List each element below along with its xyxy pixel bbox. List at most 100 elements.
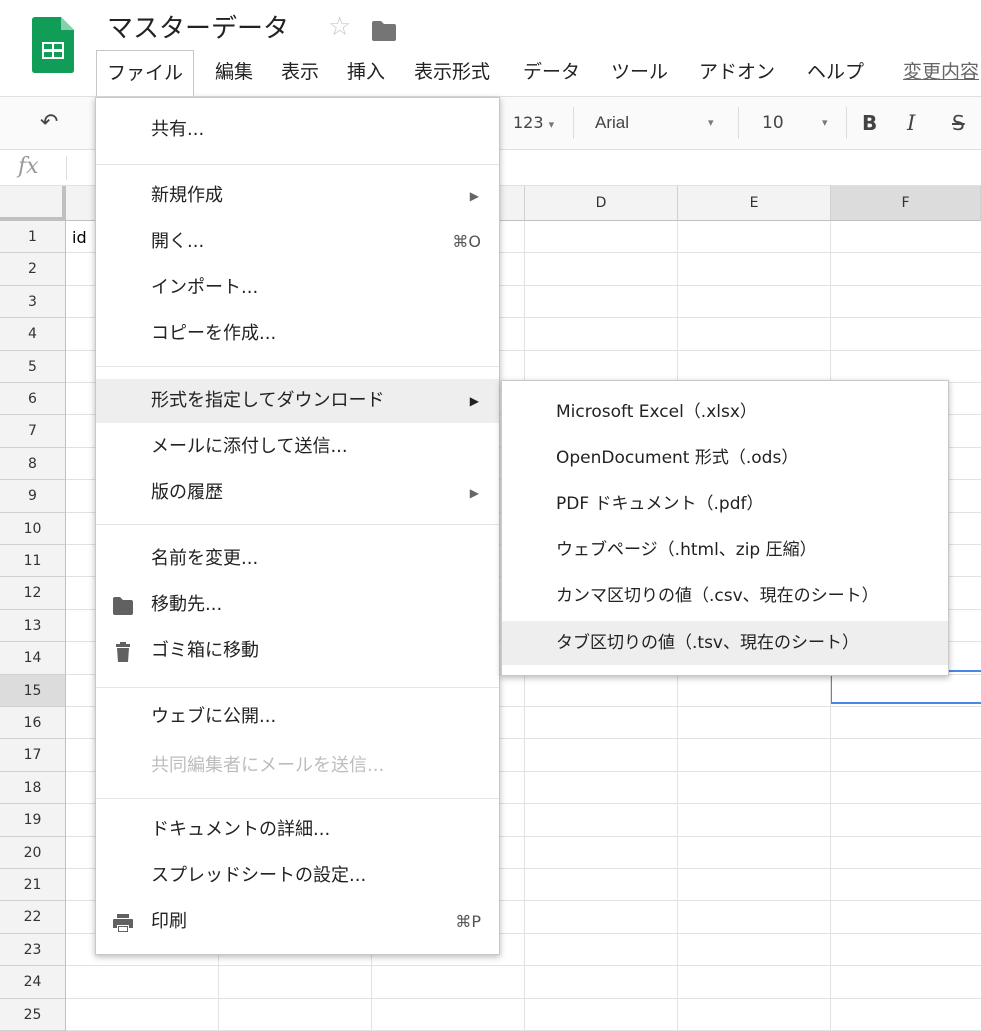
menu-addons[interactable]: アドオン — [699, 52, 775, 92]
column-header-e[interactable]: E — [678, 186, 831, 221]
menu-version-history[interactable]: 版の履歴 ▶ — [96, 471, 499, 515]
row-header[interactable]: 22 — [0, 901, 66, 934]
row-header[interactable]: 9 — [0, 480, 66, 513]
row-header[interactable]: 13 — [0, 609, 66, 643]
chevron-down-icon[interactable]: ▾ — [708, 97, 714, 149]
number-format-label: 123 — [513, 113, 544, 132]
menu-move-to[interactable]: 移動先... — [96, 583, 499, 627]
row-header[interactable]: 25 — [0, 998, 66, 1031]
row-header[interactable]: 10 — [0, 512, 66, 545]
menu-help[interactable]: ヘルプ — [807, 52, 864, 92]
menu-item-label: 新規作成 — [151, 185, 223, 206]
row-header[interactable]: 8 — [0, 447, 66, 481]
cell-a1[interactable]: id — [72, 228, 87, 247]
chevron-down-icon[interactable]: ▾ — [822, 97, 828, 149]
menu-item-label: メールに添付して送信... — [151, 436, 348, 457]
menu-data[interactable]: データ — [523, 52, 580, 92]
fx-icon: fx — [18, 154, 39, 179]
font-family-select[interactable]: Arial — [595, 97, 629, 149]
menu-new[interactable]: 新規作成 ▶ — [96, 174, 499, 218]
row-header[interactable]: 20 — [0, 836, 66, 869]
shortcut-label: ⌘O — [452, 232, 481, 251]
column-header-d[interactable]: D — [525, 186, 678, 221]
download-ods[interactable]: OpenDocument 形式（.ods） — [502, 436, 948, 480]
submenu-item-label: PDF ドキュメント（.pdf） — [556, 494, 764, 514]
menu-print[interactable]: 印刷 ⌘P — [96, 900, 499, 944]
download-pdf[interactable]: PDF ドキュメント（.pdf） — [502, 482, 948, 526]
menu-download-as[interactable]: 形式を指定してダウンロード ▶ — [96, 379, 499, 423]
menu-item-label: ゴミ箱に移動 — [151, 640, 259, 661]
sheets-logo-icon[interactable] — [32, 17, 74, 73]
menu-share[interactable]: 共有... — [96, 108, 499, 152]
menu-publish-to-web[interactable]: ウェブに公開... — [96, 695, 499, 739]
download-csv[interactable]: カンマ区切りの値（.csv、現在のシート） — [502, 574, 948, 618]
download-html-zip[interactable]: ウェブページ（.html、zip 圧縮） — [502, 528, 948, 572]
menu-item-label: 共同編集者にメールを送信... — [151, 755, 385, 776]
row-header[interactable]: 6 — [0, 383, 66, 416]
number-format-button[interactable]: 123 ▾ — [513, 97, 554, 149]
row-header[interactable]: 5 — [0, 350, 66, 383]
row-header[interactable]: 15 — [0, 674, 66, 707]
row-header[interactable]: 19 — [0, 804, 66, 837]
row-header[interactable]: 4 — [0, 318, 66, 351]
row-header[interactable]: 1 — [0, 221, 66, 254]
menu-divider — [96, 687, 499, 688]
menu-insert[interactable]: 挿入 — [347, 52, 385, 92]
menu-divider — [96, 524, 499, 525]
menu-rename[interactable]: 名前を変更... — [96, 537, 499, 581]
select-all-corner[interactable] — [0, 186, 66, 221]
column-header-f[interactable]: F — [831, 186, 981, 221]
row-header[interactable]: 16 — [0, 707, 66, 740]
menu-item-label: ドキュメントの詳細... — [151, 819, 331, 840]
menu-item-label: 形式を指定してダウンロード — [151, 390, 385, 411]
folder-icon[interactable] — [371, 20, 397, 42]
row-header[interactable]: 7 — [0, 415, 66, 448]
menu-tools[interactable]: ツール — [611, 52, 668, 92]
undo-icon[interactable]: ↶ — [40, 97, 58, 149]
bold-button[interactable]: B — [862, 97, 877, 149]
menu-open[interactable]: 開く... ⌘O — [96, 220, 499, 264]
menu-view[interactable]: 表示 — [281, 52, 319, 92]
submenu-arrow-icon: ▶ — [469, 394, 479, 408]
menu-item-label: 版の履歴 — [151, 482, 223, 503]
menu-edit[interactable]: 編集 — [215, 52, 253, 92]
menu-spreadsheet-settings[interactable]: スプレッドシートの設定... — [96, 854, 499, 898]
strikethrough-button[interactable]: S — [952, 97, 965, 149]
menu-move-to-trash[interactable]: ゴミ箱に移動 — [96, 629, 499, 673]
row-header[interactable]: 24 — [0, 966, 66, 999]
menu-format[interactable]: 表示形式 — [414, 52, 490, 92]
star-icon[interactable]: ☆ — [328, 12, 351, 42]
menu-import[interactable]: インポート... — [96, 266, 499, 310]
menu-item-label: 共有... — [151, 119, 205, 140]
menu-divider — [96, 164, 499, 165]
download-as-submenu: Microsoft Excel（.xlsx） OpenDocument 形式（.… — [501, 380, 949, 676]
menu-item-label: 名前を変更... — [151, 548, 259, 569]
italic-button[interactable]: I — [907, 97, 915, 149]
submenu-item-label: Microsoft Excel（.xlsx） — [556, 402, 757, 422]
font-size-select[interactable]: 10 — [762, 97, 784, 149]
row-header[interactable]: 3 — [0, 285, 66, 319]
row-header[interactable]: 12 — [0, 577, 66, 610]
document-title[interactable]: マスターデータ — [107, 8, 289, 45]
menu-email-attachment[interactable]: メールに添付して送信... — [96, 425, 499, 469]
menu-item-label: 開く... — [151, 231, 205, 252]
menu-make-copy[interactable]: コピーを作成... — [96, 312, 499, 356]
row-header[interactable]: 21 — [0, 869, 66, 902]
row-header[interactable]: 17 — [0, 739, 66, 772]
row-header[interactable]: 11 — [0, 545, 66, 578]
menu-document-details[interactable]: ドキュメントの詳細... — [96, 808, 499, 852]
submenu-arrow-icon: ▶ — [469, 486, 479, 500]
menu-bar: ファイル 編集 表示 挿入 表示形式 データ ツール アドオン ヘルプ 変更内容 — [96, 50, 981, 96]
menu-email-collaborators: 共同編集者にメールを送信... — [96, 744, 499, 788]
row-header[interactable]: 2 — [0, 253, 66, 286]
formula-divider — [66, 156, 67, 180]
last-edit-link[interactable]: 変更内容 — [903, 52, 979, 92]
menu-file[interactable]: ファイル — [96, 50, 195, 96]
submenu-item-label: カンマ区切りの値（.csv、現在のシート） — [556, 586, 879, 606]
download-tsv[interactable]: タブ区切りの値（.tsv、現在のシート） — [502, 621, 948, 665]
row-header[interactable]: 23 — [0, 933, 66, 967]
download-xlsx[interactable]: Microsoft Excel（.xlsx） — [502, 390, 948, 434]
toolbar-divider — [573, 107, 574, 139]
row-header[interactable]: 18 — [0, 771, 66, 805]
row-header[interactable]: 14 — [0, 642, 66, 675]
